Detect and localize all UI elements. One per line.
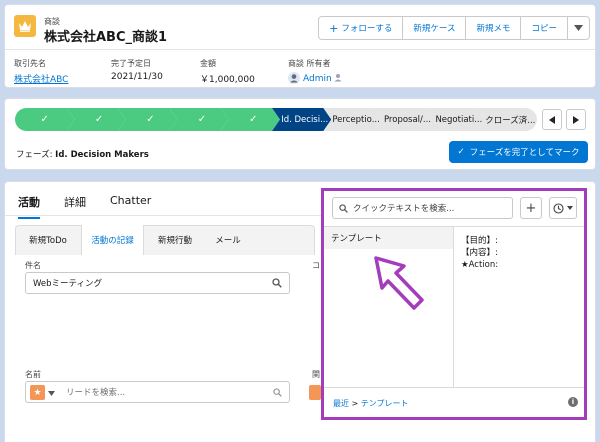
breadcrumb-separator: > [351, 399, 359, 408]
clock-icon [553, 202, 564, 214]
owner-row: Admin [288, 71, 343, 84]
subtab-new-event[interactable]: 新規行動 [145, 225, 205, 255]
subject-input[interactable]: Webミーティング [25, 272, 290, 294]
account-field: 取引先名 株式会社ABC [14, 58, 68, 85]
path-step-label: Perceptio... [332, 114, 380, 125]
search-icon [272, 278, 282, 288]
path-step-5[interactable]: ✓ [221, 108, 280, 131]
subject-label: 件名 [25, 261, 41, 270]
path-step-10[interactable]: クローズ済... [477, 108, 537, 131]
close-date-field: 完了予定日 2021/11/30 [111, 58, 163, 82]
preview-line-purpose: 【目的】: [461, 236, 498, 246]
path-step-label: Id. Decisi... [281, 114, 329, 125]
more-actions-button[interactable] [567, 16, 590, 40]
quick-text-panel: クイックテキストを検索... + テンプレート 【目的】: 【内容】: ★Act… [321, 188, 587, 420]
amount-label: 金額 [200, 59, 216, 68]
path-next-button[interactable] [566, 109, 586, 130]
related-object-icon[interactable] [309, 385, 321, 400]
tabs-divider [5, 215, 335, 216]
sales-path: ✓ ✓ ✓ ✓ ✓ Id. Decisi... Perceptio... Proposal/.… [15, 108, 537, 131]
path-step-label: クローズ済... [485, 115, 536, 126]
header-divider [5, 49, 595, 50]
phase-value: Id. Decision Makers [55, 150, 149, 160]
follow-label: フォローする [341, 24, 393, 34]
new-note-button[interactable]: 新規メモ [465, 16, 522, 40]
search-icon [273, 388, 282, 397]
preview-line-action: ★Action: [461, 260, 499, 270]
record-header: 商談 株式会社ABC_商談1 + フォローする 新規ケース 新規メモ コピー 取引… [4, 4, 596, 88]
chevron-down-icon [567, 206, 573, 210]
path-card: ✓ ✓ ✓ ✓ ✓ Id. Decisi... Perceptio... Proposal/.… [4, 98, 596, 170]
owner-link[interactable]: Admin [303, 74, 332, 84]
quick-text-preview: 【目的】: 【内容】: ★Action: [461, 235, 498, 271]
path-step-label: Negotiati... [435, 114, 483, 125]
account-link[interactable]: 株式会社ABC [14, 72, 68, 85]
add-quick-text-button[interactable]: + [520, 197, 542, 219]
recent-quick-text-button[interactable] [549, 197, 577, 219]
check-icon: ✓ [457, 147, 465, 157]
chevron-left-icon [549, 115, 555, 124]
new-case-button[interactable]: 新規ケース [402, 16, 467, 40]
path-prev-button[interactable] [542, 109, 562, 130]
quick-text-breadcrumb: 最近 > テンプレート [333, 398, 409, 409]
path-step-label: ✓ [249, 114, 258, 125]
opportunity-crown-icon [14, 15, 36, 37]
subtab-new-todo[interactable]: 新規ToDo [15, 225, 81, 255]
path-step-6[interactable]: Id. Decisi... [272, 108, 331, 131]
callout-arrow-icon [374, 256, 424, 310]
path-step-label: ✓ [197, 114, 207, 125]
mark-stage-complete-button[interactable]: ✓ フェーズを完了としてマーク [449, 141, 588, 163]
subject-value: Webミーティング [33, 279, 103, 289]
name-lookup-input[interactable]: リードを検索... [25, 381, 290, 403]
breadcrumb-recent[interactable]: 最近 [333, 399, 349, 408]
related-label: 関 [312, 370, 320, 379]
account-label: 取引先名 [14, 59, 46, 68]
owner-field: 商談 所有者 Admin [288, 58, 343, 84]
complete-label: フェーズを完了としてマーク [469, 148, 580, 158]
folder-template-item[interactable]: テンプレート [324, 227, 453, 249]
path-step-1[interactable]: ✓ [15, 108, 74, 131]
chevron-down-icon [574, 25, 583, 31]
lead-star-icon[interactable]: ★ [30, 385, 45, 400]
plus-icon: + [329, 21, 339, 35]
amount-field: 金額 ￥1,000,000 [200, 58, 255, 85]
path-step-2[interactable]: ✓ [66, 108, 125, 131]
plus-icon: + [525, 200, 537, 216]
record-title: 株式会社ABC_商談1 [44, 30, 168, 45]
path-step-9[interactable]: Negotiati... [426, 108, 485, 131]
path-step-4[interactable]: ✓ [169, 108, 228, 131]
path-step-8[interactable]: Proposal/... [375, 108, 434, 131]
subtab-email[interactable]: メール [205, 225, 251, 255]
chevron-down-icon[interactable] [48, 391, 55, 396]
owner-label: 商談 所有者 [288, 59, 331, 68]
path-step-label: ✓ [40, 114, 49, 125]
quick-text-footer-divider [324, 387, 584, 388]
close-date-value: 2021/11/30 [111, 72, 163, 82]
path-step-7[interactable]: Perceptio... [323, 108, 382, 131]
phase-label: フェーズ: Id. Decision Makers [16, 148, 149, 160]
breadcrumb-template[interactable]: テンプレート [361, 399, 409, 408]
search-icon [339, 203, 348, 213]
path-step-label: ✓ [94, 114, 104, 125]
chevron-right-icon [573, 115, 579, 124]
quick-text-search-placeholder: クイックテキストを検索... [353, 204, 455, 214]
name-label: 名前 [25, 370, 41, 379]
subtab-log-activity[interactable]: 活動の記録 [81, 225, 144, 255]
close-date-label: 完了予定日 [111, 59, 151, 68]
path-step-3[interactable]: ✓ [118, 108, 177, 131]
owner-avatar-icon [288, 71, 300, 84]
preview-line-content: 【内容】: [461, 248, 498, 258]
copy-button[interactable]: コピー [520, 16, 568, 40]
path-step-label: ✓ [146, 114, 155, 125]
header-button-group: + フォローする 新規ケース 新規メモ コピー [318, 16, 590, 40]
amount-value: ￥1,000,000 [200, 75, 255, 85]
name-placeholder: リードを検索... [66, 388, 126, 398]
quick-text-search-input[interactable]: クイックテキストを検索... [332, 197, 513, 219]
follow-button[interactable]: + フォローする [318, 16, 404, 40]
info-icon[interactable]: i [568, 397, 578, 407]
change-owner-icon[interactable] [334, 73, 343, 82]
phase-prefix: フェーズ: [16, 150, 53, 160]
path-step-label: Proposal/... [383, 114, 432, 125]
